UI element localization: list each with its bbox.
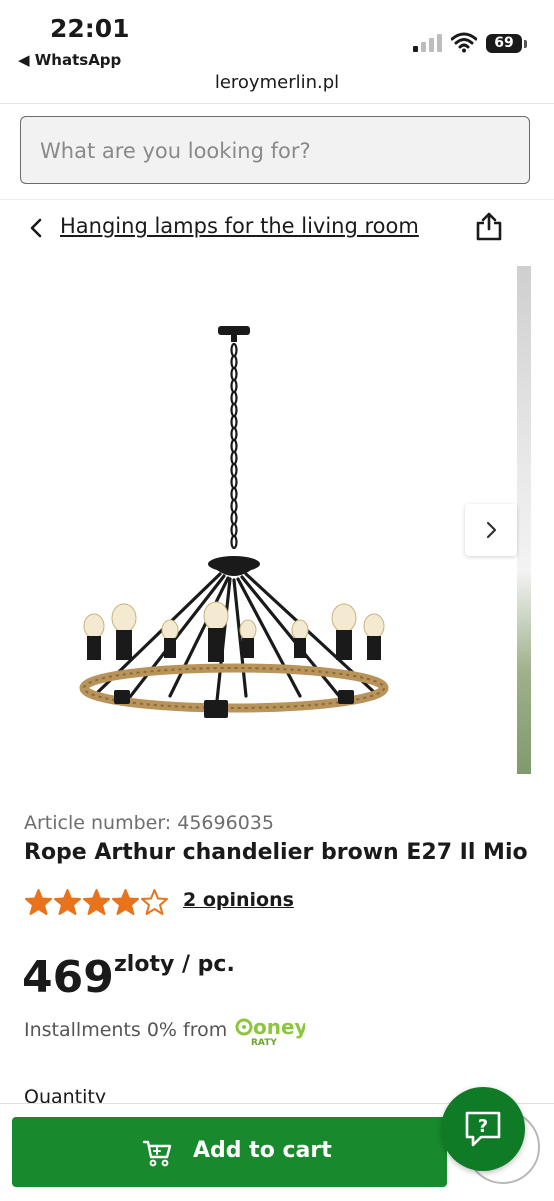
star-filled-icon — [25, 889, 52, 915]
svg-text:?: ? — [478, 1116, 488, 1137]
chevron-left-icon[interactable] — [24, 214, 48, 242]
star-filled-icon — [112, 889, 139, 915]
search-placeholder: What are you looking for? — [40, 139, 311, 163]
signal-icon — [413, 34, 443, 52]
chandelier-image — [79, 326, 389, 718]
breadcrumb-category-link[interactable]: Hanging lamps for the living room — [60, 214, 419, 238]
divider — [0, 103, 554, 104]
article-number: Article number: 45696035 — [24, 812, 274, 834]
cart-icon — [142, 1140, 172, 1167]
address-bar[interactable]: leroymerlin.pl — [0, 72, 554, 93]
share-icon[interactable] — [475, 210, 503, 242]
rating-stars[interactable] — [24, 888, 169, 917]
oney-logo: oney RATY — [235, 1015, 308, 1050]
help-chat-button[interactable]: ? — [441, 1087, 525, 1171]
add-to-cart-button[interactable]: Add to cart — [12, 1117, 447, 1187]
star-empty-icon — [141, 889, 168, 915]
gallery-next-button[interactable] — [465, 504, 517, 556]
status-bar: 22:01 ◀ WhatsApp 69 — [0, 0, 554, 72]
chat-question-icon: ? — [465, 1111, 501, 1147]
status-time: 22:01 — [50, 14, 130, 43]
svg-text:oney: oney — [253, 1016, 305, 1039]
back-to-app-link[interactable]: ◀ WhatsApp — [18, 51, 121, 69]
wifi-icon — [451, 32, 477, 53]
product-title: Rope Arthur chandelier brown E27 Il Mio — [24, 840, 528, 865]
svg-text:RATY: RATY — [251, 1038, 277, 1046]
star-filled-icon — [54, 889, 81, 915]
star-filled-icon — [83, 889, 110, 915]
price-value: 469 — [22, 952, 114, 1003]
divider — [0, 199, 554, 200]
next-image-preview — [517, 266, 531, 774]
installments-text: Installments 0% from — [24, 1019, 228, 1041]
chevron-right-icon — [486, 521, 497, 539]
search-input[interactable]: What are you looking for? — [20, 116, 530, 184]
battery-icon: 69 — [486, 34, 522, 53]
product-gallery[interactable] — [0, 266, 554, 776]
price-unit: zloty / pc. — [114, 952, 235, 977]
opinions-link[interactable]: 2 opinions — [183, 889, 294, 911]
add-to-cart-label: Add to cart — [193, 1138, 332, 1163]
battery-tip — [524, 40, 527, 48]
